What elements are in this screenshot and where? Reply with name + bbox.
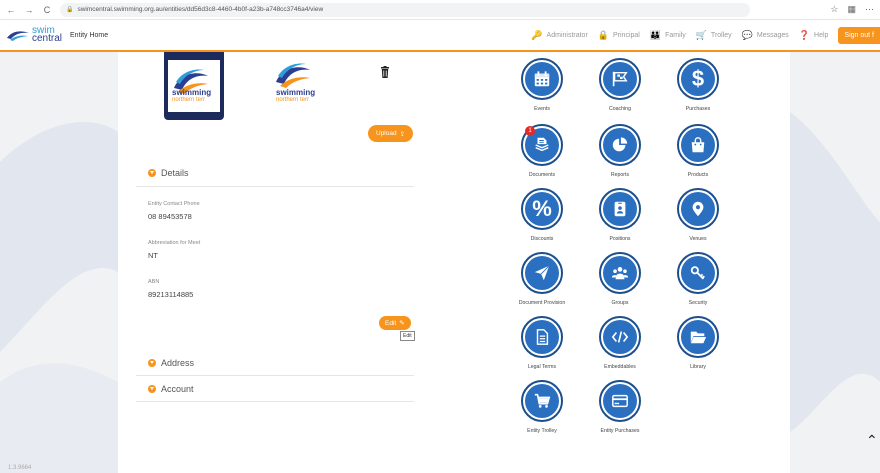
id-badge-icon [603, 192, 637, 226]
field-label-abbreviation: Abbreviation for Meet [148, 240, 201, 246]
cart-icon: 🛒 [695, 29, 707, 40]
lock-icon: 🔒 [597, 29, 609, 40]
browser-toolbar: ← → C 🔒 swimcentral.swimming.org.au/enti… [0, 0, 880, 20]
star-icon[interactable]: ☆ [830, 4, 838, 15]
tile-discounts[interactable]: % Discounts [511, 188, 573, 242]
reload-button[interactable]: C [40, 5, 54, 15]
nav-trolley[interactable]: 🛒 Trolley [696, 30, 732, 41]
edit-icon: ✎ [399, 320, 405, 327]
flag-icon [603, 62, 637, 96]
key-icon: 🔑 [531, 29, 543, 40]
account-section-header[interactable]: Account [148, 384, 194, 394]
chevron-down-icon [148, 359, 156, 367]
entity-logo-light: swimming northern terr [272, 60, 332, 110]
paper-plane-icon [525, 256, 559, 290]
swoosh-icon [7, 31, 29, 41]
dollar-icon: $ [681, 62, 715, 96]
back-button[interactable]: ← [4, 5, 18, 15]
credit-card-icon [603, 384, 637, 418]
field-label-phone: Entity Contact Phone [148, 201, 200, 207]
divider [136, 186, 414, 187]
tile-document-provision[interactable]: Document Provision [511, 252, 573, 306]
tile-positions[interactable]: Positions [589, 188, 651, 242]
chevron-down-icon [148, 385, 156, 393]
cart-icon [525, 384, 559, 418]
forward-button[interactable]: → [22, 5, 36, 15]
tile-legal-terms[interactable]: Legal Terms [511, 316, 573, 370]
tile-groups[interactable]: Groups [589, 252, 651, 306]
url-text: swimcentral.swimming.org.au/entities/dd5… [77, 6, 324, 13]
logo-word-central: central [32, 33, 63, 44]
tile-embeddables[interactable]: Embeddables [589, 316, 651, 370]
family-icon: 👪 [649, 29, 662, 40]
pie-chart-icon [603, 128, 637, 162]
field-value-phone: 08 89453578 [148, 212, 192, 221]
lock-icon: 🔒 [66, 7, 74, 13]
logo-text-region: northern terr [172, 97, 206, 103]
folder-icon [681, 320, 715, 354]
tile-reports[interactable]: Reports [589, 124, 651, 178]
header-nav: 🔑 Administrator 🔒 Principal 👪 Family 🛒 Troll… [531, 26, 880, 44]
chevron-down-icon [148, 169, 156, 177]
tile-purchases[interactable]: $ Purchases [667, 58, 729, 112]
chat-icon: 💬 [741, 29, 753, 40]
nav-family[interactable]: 👪 Family [650, 30, 686, 41]
nav-administrator[interactable]: 🔑 Administrator [531, 30, 587, 41]
nav-messages[interactable]: 💬 Messages [742, 30, 789, 41]
group-icon [603, 256, 637, 290]
tile-documents[interactable]: 1 Documents [511, 124, 573, 178]
swimcentral-logo[interactable]: swim central [6, 26, 63, 44]
tile-products[interactable]: Products [667, 124, 729, 178]
field-value-abn: 89213114885 [148, 290, 194, 299]
page-title: Entity Home [70, 31, 109, 39]
edit-button[interactable]: Edit ✎ [379, 316, 411, 330]
trash-icon[interactable] [380, 66, 390, 78]
logo-text-swimming: swimming [276, 88, 316, 97]
code-icon [603, 320, 637, 354]
version-label: 1.3.9664 [8, 465, 32, 471]
app-header: swim central Entity Home 🔑 Administrator … [0, 20, 880, 52]
address-section-header[interactable]: Address [148, 358, 194, 368]
tile-entity-trolley[interactable]: Entity Trolley [511, 380, 573, 434]
map-pin-icon [681, 192, 715, 226]
tile-library[interactable]: Library [667, 316, 729, 370]
nav-principal[interactable]: 🔒 Principal [598, 30, 640, 41]
nav-help[interactable]: ❓ Help [799, 30, 829, 41]
notification-badge: 1 [525, 126, 535, 136]
tile-entity-purchases[interactable]: Entity Purchases [589, 380, 651, 434]
tile-security[interactable]: Security [667, 252, 729, 306]
chevron-up-icon[interactable]: ⌃ [866, 432, 878, 449]
edit-tooltip: Edit [400, 331, 415, 341]
logo-text-region: northern terr [276, 97, 310, 103]
extension-icon[interactable]: ▦ [847, 4, 856, 15]
field-label-abn: ABN [148, 279, 160, 285]
logo-text-swimming: swimming [172, 88, 212, 97]
divider [136, 401, 414, 402]
help-icon: ❓ [798, 29, 811, 40]
address-bar[interactable]: 🔒 swimcentral.swimming.org.au/entities/d… [60, 2, 750, 17]
tile-venues[interactable]: Venues [667, 188, 729, 242]
sign-out-button[interactable]: Sign out f [838, 26, 880, 44]
shopping-bag-icon [681, 128, 715, 162]
tile-coaching[interactable]: Coaching [589, 58, 651, 112]
tile-events[interactable]: Events [511, 58, 573, 112]
key-icon [681, 256, 715, 290]
swimming-logo-icon [276, 63, 310, 88]
entity-logo-dark: swimming northern terr [164, 52, 224, 120]
upload-icon: ⇪ [399, 130, 406, 138]
details-section-header[interactable]: Details [148, 168, 189, 178]
menu-icon[interactable]: ⋯ [865, 4, 874, 15]
upload-button[interactable]: Upload ⇪ [368, 125, 414, 142]
divider [136, 375, 414, 376]
percent-icon: % [525, 192, 559, 226]
browser-actions: ☆ ▦ ⋯ [830, 4, 874, 15]
file-text-icon [525, 320, 559, 354]
calendar-icon [525, 62, 559, 96]
swimming-logo-icon [174, 69, 208, 94]
field-value-abbreviation: NT [148, 251, 158, 260]
